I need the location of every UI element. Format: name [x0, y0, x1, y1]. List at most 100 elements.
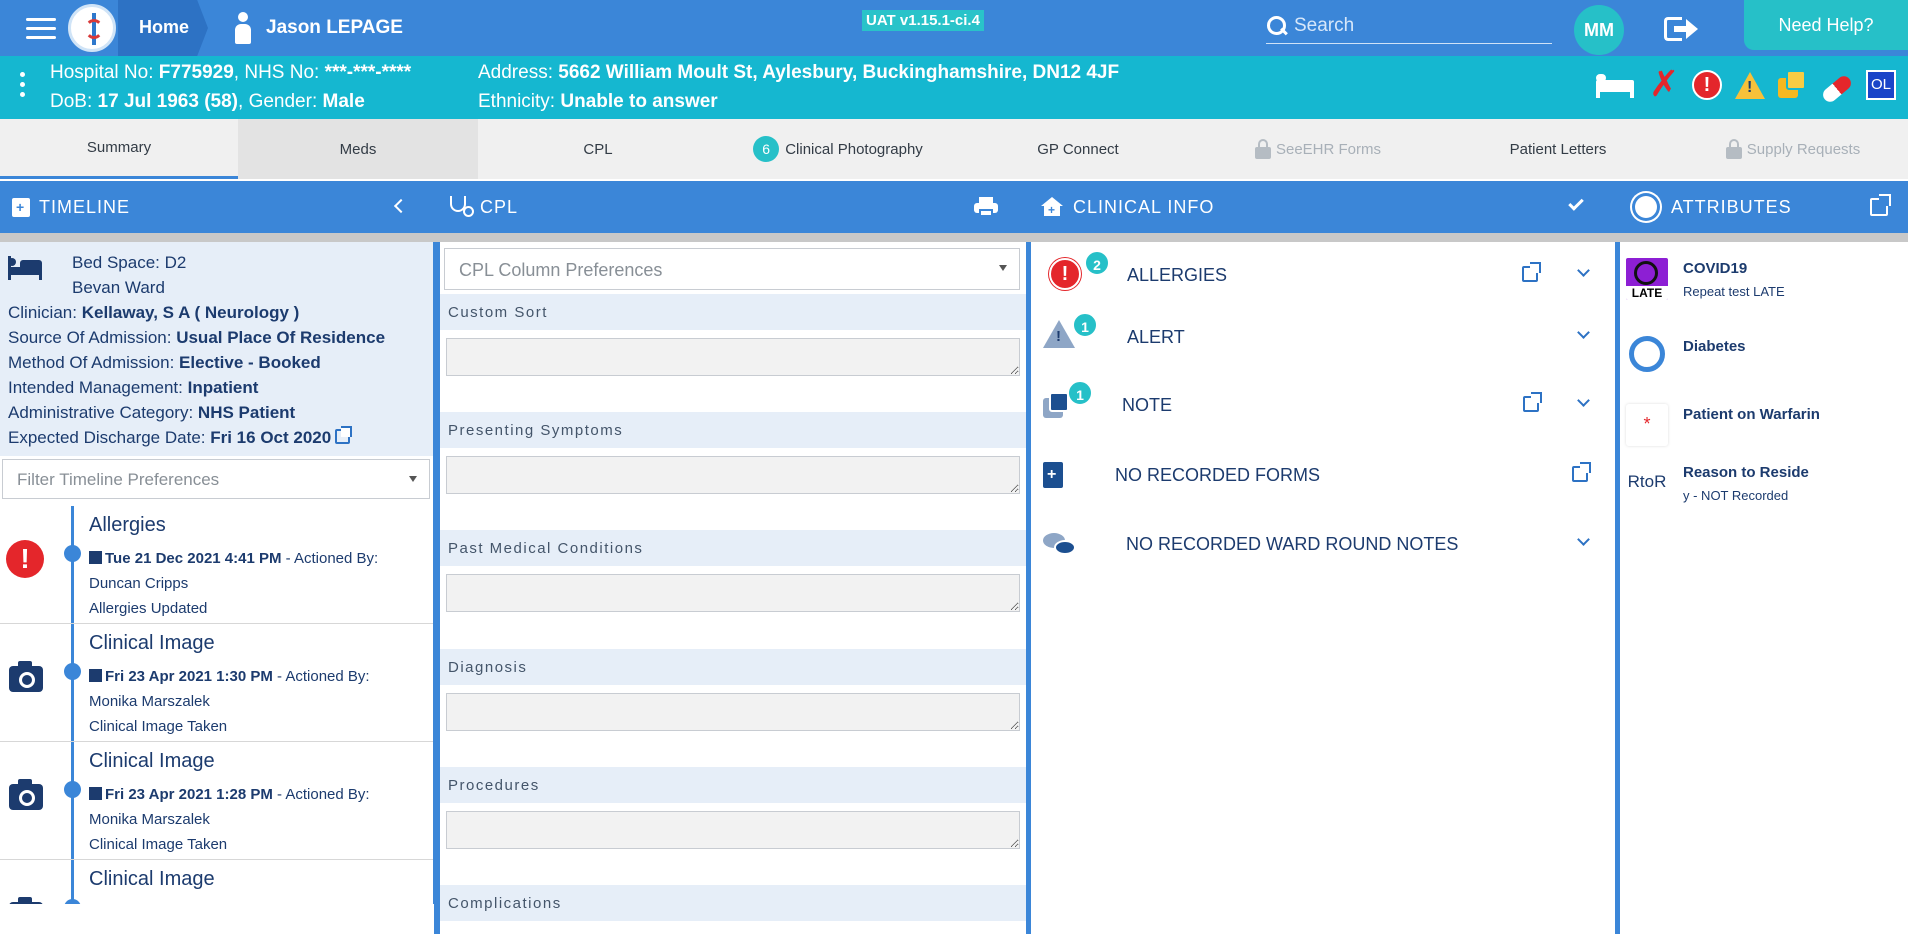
person-icon [232, 12, 254, 44]
tab-supply-requests[interactable]: Supply Requests [1678, 119, 1908, 179]
past-medical-conditions-input[interactable] [446, 574, 1020, 612]
caret-down-icon [409, 476, 417, 482]
logout-icon[interactable] [1664, 14, 1698, 44]
cpl-header: CPL [434, 181, 1031, 233]
presenting-symptoms-input[interactable] [446, 456, 1020, 494]
tab-label: Patient Letters [1509, 140, 1607, 158]
chat-icon [1043, 531, 1077, 557]
attributes-header: ATTRIBUTES [1620, 181, 1908, 233]
chevron-down-icon[interactable] [1577, 394, 1590, 407]
external-link-icon[interactable] [1870, 194, 1891, 216]
search-icon[interactable] [1266, 15, 1288, 37]
print-icon[interactable] [974, 197, 998, 217]
section-label: Diagnosis [440, 649, 1026, 685]
timeline-event[interactable]: Clinical Image [0, 860, 434, 904]
bed-space-label: Bed Space: [72, 253, 160, 272]
custom-sort-input[interactable] [446, 338, 1020, 376]
timeline-event[interactable]: ! Allergies Tue 21 Dec 2021 4:41 PM - Ac… [0, 506, 434, 624]
external-link-icon[interactable] [1523, 392, 1542, 412]
clinical-info-title: CLINICAL INFO [1073, 196, 1215, 217]
gender: Male [322, 91, 365, 112]
patient-banner: Hospital No: F775929, NHS No: ***-***-**… [0, 56, 1908, 119]
app-logo[interactable] [68, 4, 116, 52]
attribute-warfarin[interactable]: * Patient on Warfarin [1620, 404, 1908, 464]
attribute-covid19[interactable]: LATE COVID19 Repeat test LATE [1620, 258, 1908, 318]
more-options-icon[interactable] [20, 72, 26, 102]
cross-icon[interactable]: ✗ [1649, 67, 1679, 103]
clinical-row-note[interactable]: 1 NOTE [1031, 380, 1611, 430]
cpl-section-diagnosis: Diagnosis [440, 649, 1026, 731]
clinical-row-ward-round[interactable]: NO RECORDED WARD ROUND NOTES [1031, 519, 1611, 569]
nhs-no-label: NHS No: [244, 62, 320, 83]
warning-icon[interactable]: ! [1735, 71, 1765, 99]
photo-count-badge: 6 [753, 136, 780, 162]
clinician: Kellaway, S A ( Neurology ) [81, 303, 300, 322]
external-link-icon[interactable] [1522, 262, 1541, 282]
clinical-info-panel: ! 2 ALLERGIES ! 1 ALERT 1 NOTE NO RECORD… [1031, 242, 1615, 934]
chevron-down-icon[interactable] [1577, 326, 1590, 339]
tab-gp-connect[interactable]: GP Connect [958, 119, 1198, 179]
event-description: Clinical Image Taken [89, 836, 228, 853]
event-actioned-by: Monika Marszalek [89, 811, 210, 828]
lock-icon [1725, 139, 1742, 159]
hospital-no: F775929 [158, 62, 234, 83]
menu-icon[interactable] [26, 18, 56, 40]
banner-dob: DoB: 17 Jul 1963 (58), Gender: Male [50, 91, 365, 112]
tab-seeehr-forms[interactable]: SeeEHR Forms [1198, 119, 1438, 179]
procedures-input[interactable] [446, 811, 1020, 849]
bed-icon [8, 256, 44, 286]
timeline-event[interactable]: Clinical Image Fri 23 Apr 2021 1:30 PM -… [0, 624, 434, 742]
tab-cpl[interactable]: CPL [478, 119, 718, 179]
select-placeholder: CPL Column Preferences [459, 260, 663, 280]
clinical-row-allergies[interactable]: ! 2 ALLERGIES [1031, 250, 1611, 300]
tab-patient-letters[interactable]: Patient Letters [1438, 119, 1678, 179]
clinical-info-header: CLINICAL INFO [1031, 181, 1620, 233]
nhs-no: ***-***-**** [324, 62, 412, 83]
breadcrumb-home[interactable]: Home [118, 0, 208, 56]
tab-meds[interactable]: Meds [238, 119, 478, 179]
need-help-button[interactable]: Need Help? [1744, 0, 1908, 50]
timeline-filter-select[interactable]: Filter Timeline Preferences [2, 459, 430, 499]
ol-badge[interactable]: OL [1866, 70, 1896, 100]
hospital-no-label: Hospital No: [50, 62, 154, 83]
attribute-diabetes[interactable]: Diabetes [1620, 336, 1908, 396]
clinical-row-alert[interactable]: ! 1 ALERT [1031, 312, 1611, 362]
attribute-sub: y - NOT Recorded [1683, 488, 1789, 503]
tab-bar: Summary Meds CPL 6 Clinical Photography G… [0, 119, 1908, 179]
pill-icon[interactable] [1820, 73, 1854, 105]
allergy-icon: ! [1049, 258, 1081, 290]
allergies-count-badge: 2 [1084, 250, 1110, 276]
cpl-column-preferences-select[interactable]: CPL Column Preferences [444, 248, 1020, 290]
attribute-reason-to-reside[interactable]: RtoR Reason to Reside y - NOT Recorded [1620, 462, 1908, 522]
timeline-event[interactable]: Clinical Image Fri 23 Apr 2021 1:28 PM -… [0, 742, 434, 860]
search-input[interactable] [1294, 14, 1544, 37]
note-label: NOTE [1122, 395, 1173, 415]
breadcrumb-patient[interactable]: Jason LEPAGE [232, 0, 403, 56]
event-title: Allergies [89, 514, 166, 536]
notes-icon[interactable] [1778, 70, 1808, 100]
external-link-icon[interactable] [1572, 462, 1591, 482]
bed-icon[interactable] [1596, 70, 1636, 100]
allergy-alert-icon[interactable]: ! [1692, 70, 1722, 100]
actioned-label: - Actioned By: [277, 786, 370, 803]
chevron-down-icon[interactable] [1577, 264, 1590, 277]
diagnosis-input[interactable] [446, 693, 1020, 731]
tab-clinical-photography[interactable]: 6 Clinical Photography [718, 119, 958, 179]
event-actioned-by: Monika Marszalek [89, 693, 210, 710]
banner-flags: ✗ ! ! OL [1596, 67, 1896, 105]
timeline-dot [64, 545, 81, 562]
management-label: Intended Management: [8, 378, 183, 397]
chevron-down-icon[interactable] [1577, 533, 1590, 546]
attributes-icon [1635, 196, 1657, 218]
tab-summary[interactable]: Summary [0, 119, 238, 179]
cpl-section-complications: Complications [440, 885, 1026, 921]
edit-discharge-icon[interactable] [335, 426, 353, 444]
clinical-row-forms[interactable]: NO RECORDED FORMS [1031, 450, 1611, 500]
note-count-badge: 1 [1067, 380, 1093, 406]
address-label: Address: [478, 62, 553, 83]
user-avatar[interactable]: MM [1574, 5, 1624, 55]
collapse-chevron-icon[interactable] [393, 198, 409, 214]
version-badge: UAT v1.15.1-ci.4 [862, 10, 984, 31]
check-icon[interactable] [1568, 195, 1584, 211]
section-label: Presenting Symptoms [440, 412, 1026, 448]
